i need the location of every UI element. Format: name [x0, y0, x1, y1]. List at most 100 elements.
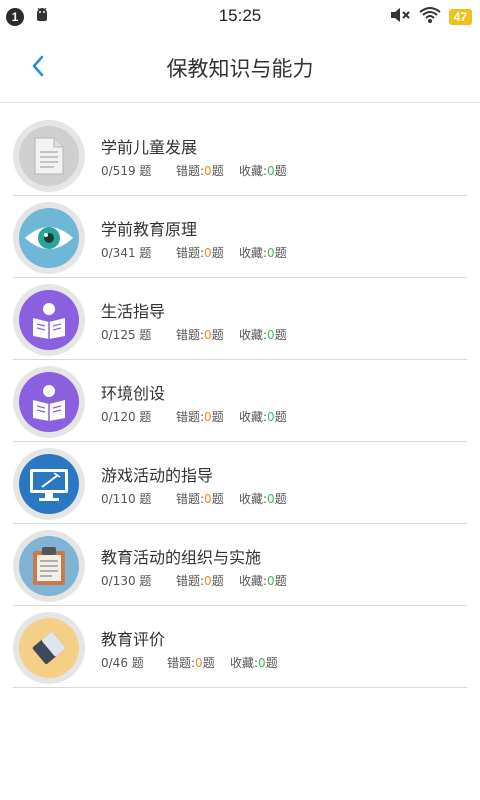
battery-indicator: 47 — [448, 9, 472, 25]
wrong-label: 错题: — [176, 246, 205, 260]
fav-unit: 题 — [274, 492, 287, 506]
wrong-count: 0 — [195, 656, 203, 670]
fav-label: 收藏: — [239, 492, 268, 506]
fav-unit: 题 — [274, 164, 287, 178]
item-title: 游戏活动的指导 — [101, 466, 214, 485]
wrong-count: 0 — [204, 328, 212, 342]
monitor-icon — [19, 454, 79, 514]
icon-container — [13, 202, 85, 274]
item-stats: 0/46 题 错题:0题 收藏:0题 — [101, 654, 278, 671]
fav-stat: 收藏:0题 — [230, 654, 278, 671]
fav-label: 收藏: — [239, 164, 268, 178]
fav-unit: 题 — [274, 328, 287, 342]
wrong-stat: 错题:0题 — [167, 654, 230, 671]
fav-count: 0 — [267, 328, 275, 342]
icon-container — [13, 366, 85, 438]
progress-count: 0/341 题 — [101, 246, 152, 260]
progress-count: 0/130 题 — [101, 574, 152, 588]
list-item[interactable]: 生活指导 0/125 题 错题:0题 收藏:0题 — [13, 278, 467, 360]
item-title: 学前教育原理 — [101, 220, 198, 239]
wrong-stat: 错题:0题 — [176, 572, 239, 589]
item-title: 教育评价 — [101, 630, 166, 649]
icon-container — [13, 530, 85, 602]
fav-unit: 题 — [274, 574, 287, 588]
fav-label: 收藏: — [239, 410, 268, 424]
fav-label: 收藏: — [239, 246, 268, 260]
wrong-stat: 错题:0题 — [176, 326, 239, 343]
mute-icon — [389, 6, 411, 28]
wrong-unit: 题 — [211, 328, 224, 342]
wrong-label: 错题: — [176, 410, 205, 424]
wrong-count: 0 — [204, 574, 212, 588]
fav-unit: 题 — [274, 410, 287, 424]
item-stats: 0/341 题 错题:0题 收藏:0题 — [101, 244, 287, 261]
item-title: 教育活动的组织与实施 — [101, 548, 262, 567]
page-title: 保教知识与能力 — [166, 57, 314, 81]
icon-container — [13, 120, 85, 192]
wrong-stat: 错题:0题 — [176, 244, 239, 261]
fav-label: 收藏: — [230, 656, 259, 670]
wrong-label: 错题: — [176, 574, 205, 588]
wrong-stat: 错题:0题 — [176, 490, 239, 507]
item-stats: 0/125 题 错题:0题 收藏:0题 — [101, 326, 287, 343]
item-stats: 0/110 题 错题:0题 收藏:0题 — [101, 490, 287, 507]
list-item[interactable]: 环境创设 0/120 题 错题:0题 收藏:0题 — [13, 360, 467, 442]
icon-container — [13, 612, 85, 684]
item-title: 环境创设 — [101, 384, 166, 403]
item-stats: 0/120 题 错题:0题 收藏:0题 — [101, 408, 287, 425]
wrong-unit: 题 — [211, 246, 224, 260]
wrong-label: 错题: — [176, 492, 205, 506]
icon-container — [13, 284, 85, 356]
eraser-icon — [19, 618, 79, 678]
item-stats: 0/519 题 错题:0题 收藏:0题 — [101, 162, 287, 179]
fav-label: 收藏: — [239, 574, 268, 588]
icon-container — [13, 448, 85, 520]
progress-count: 0/120 题 — [101, 410, 152, 424]
fav-stat: 收藏:0题 — [239, 490, 287, 507]
fav-stat: 收藏:0题 — [239, 244, 287, 261]
fav-label: 收藏: — [239, 328, 268, 342]
app-header: 保教知识与能力 — [0, 32, 480, 103]
list-item[interactable]: 教育活动的组织与实施 0/130 题 错题:0题 收藏:0题 — [13, 524, 467, 606]
category-list: 学前儿童发展 0/519 题 错题:0题 收藏:0题 学前教育原理 0/341 … — [0, 114, 480, 688]
wrong-unit: 题 — [211, 574, 224, 588]
fav-stat: 收藏:0题 — [239, 326, 287, 343]
item-title: 生活指导 — [101, 302, 166, 321]
fav-unit: 题 — [274, 246, 287, 260]
fav-count: 0 — [267, 574, 275, 588]
progress-count: 0/110 题 — [101, 492, 152, 506]
status-right: 47 — [389, 6, 472, 28]
fav-stat: 收藏:0题 — [239, 408, 287, 425]
wrong-stat: 错题:0题 — [176, 408, 239, 425]
wrong-unit: 题 — [211, 164, 224, 178]
document-icon — [19, 126, 79, 186]
wrong-unit: 题 — [211, 410, 224, 424]
fav-count: 0 — [267, 492, 275, 506]
fav-count: 0 — [258, 656, 266, 670]
wrong-label: 错题: — [167, 656, 196, 670]
list-item[interactable]: 学前儿童发展 0/519 题 错题:0题 收藏:0题 — [13, 114, 467, 196]
wrong-label: 错题: — [176, 328, 205, 342]
wrong-count: 0 — [204, 410, 212, 424]
clipboard-icon — [19, 536, 79, 596]
progress-count: 0/125 题 — [101, 328, 152, 342]
status-bar: 1 15:25 47 — [0, 0, 480, 32]
fav-count: 0 — [267, 164, 275, 178]
wrong-label: 错题: — [176, 164, 205, 178]
wrong-unit: 题 — [211, 492, 224, 506]
list-item[interactable]: 游戏活动的指导 0/110 题 错题:0题 收藏:0题 — [13, 442, 467, 524]
fav-count: 0 — [267, 410, 275, 424]
list-item[interactable]: 学前教育原理 0/341 题 错题:0题 收藏:0题 — [13, 196, 467, 278]
wrong-unit: 题 — [202, 656, 215, 670]
fav-count: 0 — [267, 246, 275, 260]
wrong-count: 0 — [204, 492, 212, 506]
reader-icon — [19, 290, 79, 350]
fav-stat: 收藏:0题 — [239, 162, 287, 179]
wifi-icon — [419, 6, 441, 28]
wrong-count: 0 — [204, 164, 212, 178]
wrong-stat: 错题:0题 — [176, 162, 239, 179]
fav-stat: 收藏:0题 — [239, 572, 287, 589]
list-item[interactable]: 教育评价 0/46 题 错题:0题 收藏:0题 — [13, 606, 467, 688]
eye-icon — [19, 208, 79, 268]
reader-icon — [19, 372, 79, 432]
